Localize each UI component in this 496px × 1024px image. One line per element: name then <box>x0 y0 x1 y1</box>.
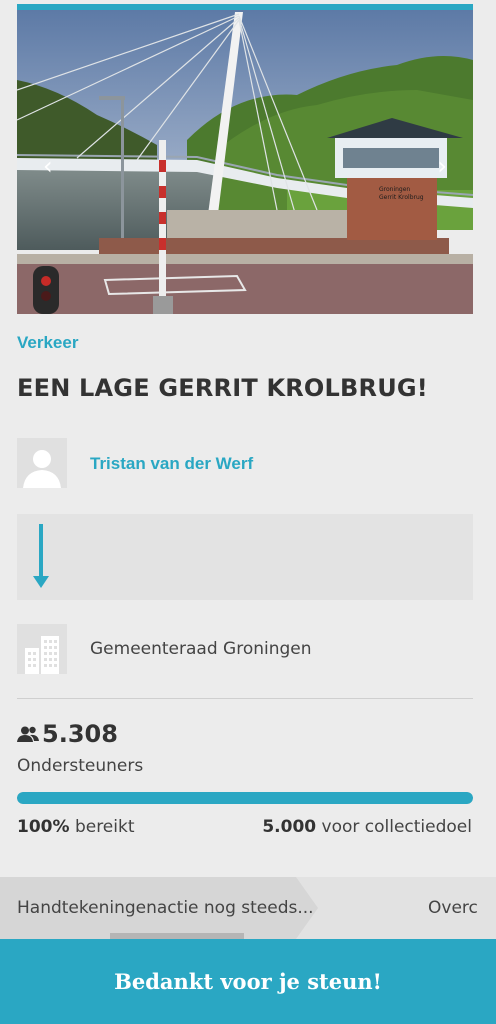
progress-fill <box>17 792 473 804</box>
petition-direction-box <box>17 514 473 600</box>
section-divider <box>17 698 473 699</box>
progress-reached: 100% bereikt <box>17 817 135 837</box>
author-avatar[interactable] <box>17 438 67 488</box>
thank-you-button[interactable]: Bedankt voor je steun! <box>0 939 496 1024</box>
arrow-down-icon <box>33 524 49 588</box>
petition-status-steps[interactable]: Handtekeningenactie nog steeds... Overc <box>0 877 496 939</box>
petition-title: EEN LAGE GERRIT KROLBRUG! <box>17 374 428 402</box>
author-name-link[interactable]: Tristan van der Werf <box>90 454 253 474</box>
users-icon <box>17 726 39 742</box>
petition-hero-image[interactable]: Groningen Gerrit Krolbrug ‹ › <box>17 4 473 314</box>
chevron-right-icon[interactable]: › <box>437 154 447 178</box>
supporters-label: Ondersteuners <box>17 756 144 776</box>
recipient-avatar <box>17 624 67 674</box>
sign-line-1: Groningen <box>379 186 410 193</box>
reached-value: 100% <box>17 817 70 837</box>
building-icon <box>25 636 59 674</box>
user-silhouette-icon <box>23 450 61 488</box>
bridge-photo: Groningen Gerrit Krolbrug <box>17 10 473 314</box>
status-step-1-label: Handtekeningenactie nog steeds... <box>17 898 314 918</box>
supporters-count: 5.308 <box>42 720 118 748</box>
reached-label: bereikt <box>74 817 135 837</box>
recipient-name: Gemeenteraad Groningen <box>90 639 312 659</box>
signature-progress-bar <box>17 792 473 804</box>
status-step-2-label: Overc <box>428 898 478 918</box>
collection-goal: 5.000 voor collectiedoel <box>262 817 472 837</box>
sign-line-2: Gerrit Krolbrug <box>379 194 424 201</box>
chevron-left-icon[interactable]: ‹ <box>43 154 53 178</box>
petition-category[interactable]: Verkeer <box>17 333 78 353</box>
goal-label: voor collectiedoel <box>321 817 472 837</box>
goal-value: 5.000 <box>262 817 317 837</box>
